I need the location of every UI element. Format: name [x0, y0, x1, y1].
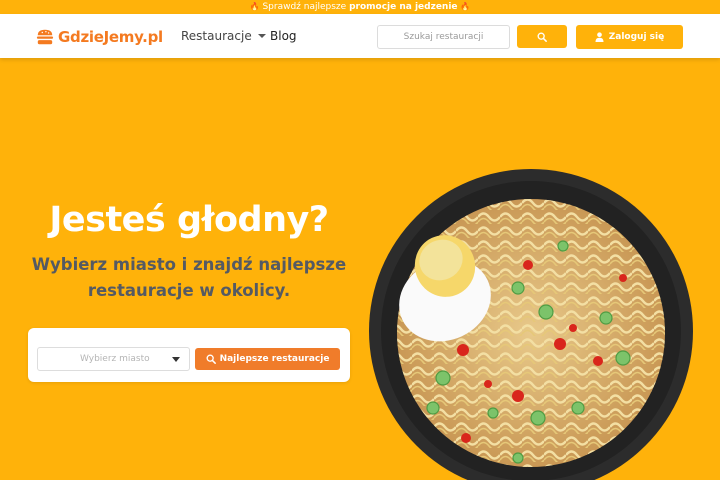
promo-text-prefix: Sprawdź najlepsze [262, 2, 350, 12]
best-restaurants-label: Najlepsze restauracje [219, 354, 330, 364]
search-icon [206, 354, 216, 364]
search-input[interactable] [377, 25, 510, 49]
flame-icon: 🔥 [460, 2, 471, 11]
promo-text-bold[interactable]: promocje na jedzenie [349, 2, 457, 12]
city-select-placeholder: Wybierz miasto [80, 354, 150, 364]
best-restaurants-button[interactable]: Najlepsze restauracje [195, 348, 340, 370]
login-button[interactable]: Zaloguj się [576, 25, 683, 49]
promo-bar[interactable]: 🔥 Sprawdź najlepsze promocje na jedzenie… [0, 0, 720, 14]
nav-blog-link[interactable]: Blog [270, 29, 297, 43]
city-search-card: Wybierz miasto Najlepsze restauracje [28, 328, 350, 382]
caret-down-icon [257, 34, 266, 38]
search-button[interactable] [517, 25, 567, 48]
flame-icon: 🔥 [249, 2, 260, 11]
hero-subtitle: Wybierz miasto i znajdź najlepsze restau… [20, 252, 358, 304]
ramen-bowl-image [369, 169, 693, 480]
user-icon [595, 32, 604, 42]
login-label: Zaloguj się [608, 32, 665, 42]
nav-restaurants-dropdown[interactable]: Restauracje [181, 29, 266, 43]
logo-text: GdzieJemy.pl [58, 28, 163, 46]
search-icon [537, 32, 547, 42]
nav-restaurants-label: Restauracje [181, 29, 252, 43]
navbar: GdzieJemy.pl Restauracje Blog Zaloguj si… [0, 14, 720, 58]
caret-down-icon [172, 357, 180, 362]
hero-title: Jesteś głodny? [49, 200, 329, 240]
burger-icon [36, 29, 54, 45]
hero-subtitle-line-1: Wybierz miasto i znajdź najlepsze [31, 255, 347, 274]
hero-subtitle-line-2: restauracje w okolicy. [87, 281, 291, 300]
logo[interactable]: GdzieJemy.pl [36, 26, 163, 48]
city-select[interactable]: Wybierz miasto [37, 347, 190, 371]
